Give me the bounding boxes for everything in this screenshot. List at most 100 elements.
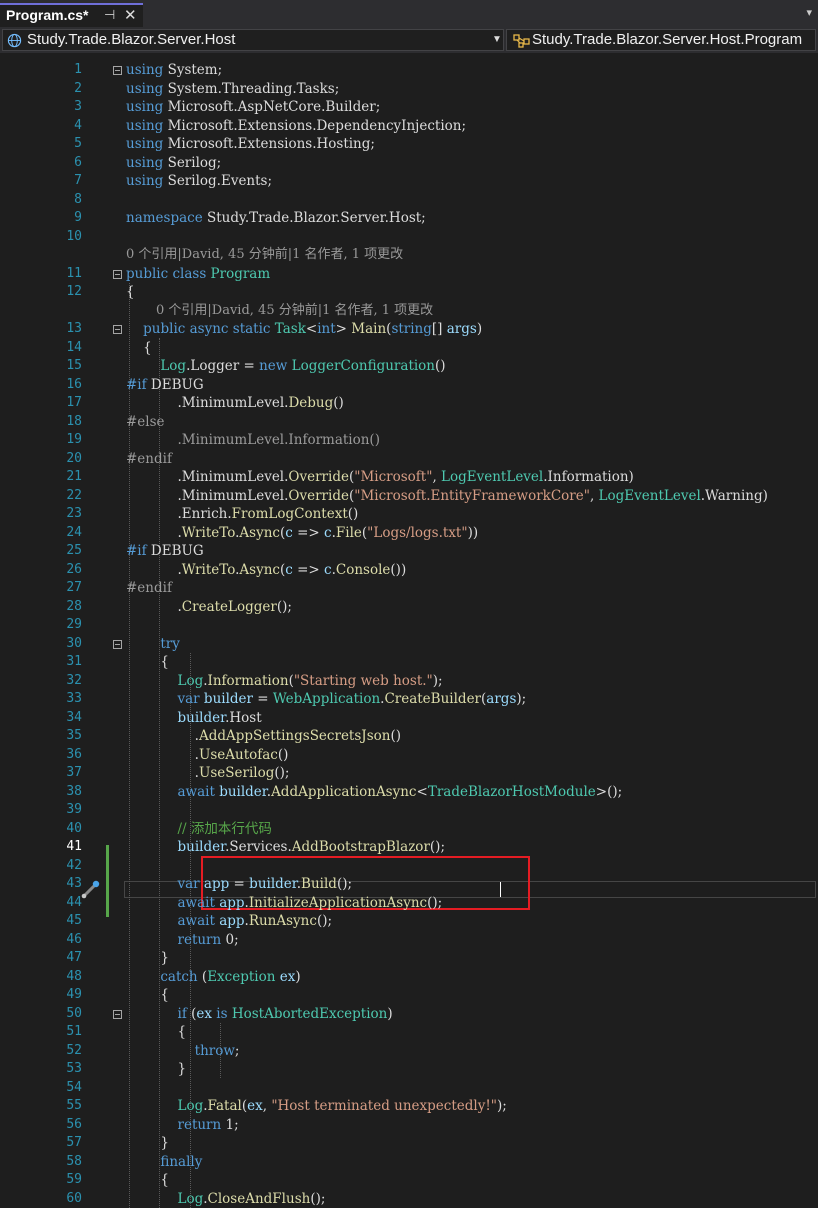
code-token: System; [163, 62, 223, 78]
code-line[interactable]: 42 [0, 857, 818, 875]
code-line[interactable]: 30 try [0, 635, 818, 653]
codelens-references[interactable]: 0 个引用|David, 45 分钟前|1 名作者, 1 项更改 [126, 246, 403, 264]
code-line[interactable]: 5 using Microsoft.Extensions.Hosting; [0, 135, 818, 153]
code-line[interactable]: 34 builder.Host [0, 709, 818, 727]
code-line[interactable]: 10 [0, 228, 818, 246]
code-line[interactable]: 32 Log.Information("Starting web host.")… [0, 672, 818, 690]
code-line[interactable]: 43 var app = builder.Build(); [0, 875, 818, 893]
code-token: AddApplicationAsync [271, 783, 417, 800]
code-line[interactable]: 17 .MinimumLevel.Debug() [0, 394, 818, 412]
code-line[interactable]: 50 if (ex is HostAbortedException) [0, 1005, 818, 1023]
code-line[interactable]: 48 catch (Exception ex) [0, 968, 818, 986]
code-line[interactable]: 25 #if DEBUG [0, 542, 818, 560]
code-line[interactable]: 53 } [0, 1060, 818, 1078]
code-text: #endif [126, 579, 172, 597]
code-line[interactable]: 18 #else [0, 413, 818, 431]
tab-list-icon[interactable]: ▾ [806, 6, 812, 19]
code-line[interactable]: 54 [0, 1079, 818, 1097]
code-token: , [589, 487, 599, 504]
code-line[interactable]: 60 Log.CloseAndFlush(); [0, 1190, 818, 1208]
tab-program-cs[interactable]: Program.cs* ⊣ ✕ [0, 3, 143, 27]
code-line[interactable]: 56 return 1; [0, 1116, 818, 1134]
line-number: 24 [66, 524, 82, 540]
code-line[interactable]: 52 throw; [0, 1042, 818, 1060]
code-line[interactable]: 16 #if DEBUG [0, 376, 818, 394]
code-line[interactable]: 36 .UseAutofac() [0, 746, 818, 764]
code-line[interactable]: 29 [0, 616, 818, 634]
line-number: 38 [66, 783, 82, 799]
code-line[interactable]: 47 } [0, 949, 818, 967]
code-line[interactable]: 13 public async static Task<int> Main(st… [0, 320, 818, 338]
collapse-icon[interactable] [113, 269, 122, 279]
code-line[interactable]: 2 using System.Threading.Tasks; [0, 80, 818, 98]
code-token: #if [126, 376, 147, 393]
code-token: FromLogContext [231, 506, 348, 522]
code-line[interactable]: 31 { [0, 653, 818, 671]
code-line[interactable]: 49 { [0, 986, 818, 1004]
member-dropdown[interactable]: Study.Trade.Blazor.Server.Host.Program [506, 29, 816, 51]
code-token: ); [516, 691, 527, 707]
collapse-icon[interactable] [113, 1009, 122, 1019]
code-text: public class Program [126, 265, 270, 283]
code-line[interactable]: 22 .MinimumLevel.Override("Microsoft.Ent… [0, 487, 818, 505]
code-line[interactable]: 19 .MinimumLevel.Information() [0, 431, 818, 449]
code-line[interactable]: 4 using Microsoft.Extensions.DependencyIn… [0, 117, 818, 135]
code-text: { [126, 986, 169, 1004]
code-token: return [126, 1116, 226, 1133]
close-icon[interactable]: ✕ [124, 6, 137, 24]
code-text: using Serilog; [126, 154, 221, 172]
code-token: ; [234, 1042, 240, 1059]
code-editor[interactable]: 1 using System; 2 using System.Threading.Ta… [0, 53, 818, 1208]
code-token: ex [247, 1098, 263, 1114]
codelens-references[interactable]: 0 个引用|David, 45 分钟前|1 名作者, 1 项更改 [156, 302, 433, 320]
code-line[interactable]: 58 finally [0, 1153, 818, 1171]
code-line[interactable]: 21 .MinimumLevel.Override("Microsoft", L… [0, 468, 818, 486]
code-line[interactable]: 37 .UseSerilog(); [0, 764, 818, 782]
code-text: .UseSerilog(); [126, 764, 290, 782]
code-text: using System; [126, 61, 222, 79]
code-token: Serilog.Events; [163, 173, 273, 189]
code-line[interactable]: 11 public class Program [0, 265, 818, 283]
collapse-icon[interactable] [113, 66, 122, 75]
code-line[interactable]: 24 .WriteTo.Async(c => c.File("Logs/logs… [0, 524, 818, 542]
code-line[interactable]: 40 // 添加本行代码 [0, 820, 818, 838]
code-line[interactable]: 55 Log.Fatal(ex, "Host terminated unexpe… [0, 1097, 818, 1115]
line-number: 19 [66, 432, 82, 447]
code-line[interactable]: 14 { [0, 339, 818, 357]
code-line[interactable]: 15 Log.Logger = new LoggerConfiguration(… [0, 357, 818, 375]
collapse-icon[interactable] [113, 639, 122, 649]
code-line[interactable]: 51 { [0, 1023, 818, 1041]
code-line[interactable]: 8 [0, 191, 818, 209]
code-line[interactable]: 39 [0, 801, 818, 819]
code-line[interactable]: 46 return 0; [0, 931, 818, 949]
code-line[interactable]: 23 .Enrich.FromLogContext() [0, 505, 818, 523]
code-line[interactable]: 9 namespace Study.Trade.Blazor.Server.Hos… [0, 209, 818, 227]
collapse-icon[interactable] [113, 325, 122, 334]
line-number: 2 [74, 80, 82, 96]
code-line[interactable]: 26 .WriteTo.Async(c => c.Console()) [0, 561, 818, 579]
code-line[interactable]: 59 { [0, 1171, 818, 1189]
project-dropdown[interactable]: Study.Trade.Blazor.Server.Host ▼ [2, 29, 504, 51]
code-token: var [126, 876, 204, 892]
code-line[interactable]: 38 await builder.AddApplicationAsync<Tra… [0, 783, 818, 801]
code-line[interactable]: 28 .CreateLogger(); [0, 598, 818, 616]
code-line[interactable]: 6 using Serilog; [0, 154, 818, 172]
code-line[interactable]: 12 { [0, 283, 818, 301]
code-token: if [126, 1005, 192, 1022]
code-line[interactable]: 1 using System; [0, 61, 818, 79]
code-token: } [126, 1061, 187, 1077]
code-line[interactable]: 44 await app.InitializeApplicationAsync(… [0, 894, 818, 912]
code-line[interactable]: 3 using Microsoft.AspNetCore.Builder; [0, 98, 818, 116]
code-line[interactable]: 33 var builder = WebApplication.CreateBu… [0, 690, 818, 708]
code-line[interactable]: 20 #endif [0, 450, 818, 468]
code-line[interactable]: 35 .AddAppSettingsSecretsJson() [0, 727, 818, 745]
code-line[interactable]: 45 await app.RunAsync(); [0, 912, 818, 930]
line-number: 49 [66, 987, 82, 1002]
code-line[interactable]: 57 } [0, 1134, 818, 1152]
code-line[interactable]: 7 using Serilog.Events; [0, 172, 818, 190]
chevron-down-icon[interactable]: ▼ [492, 34, 502, 45]
code-line[interactable]: 41 builder.Services.AddBootstrapBlazor()… [0, 838, 818, 856]
pin-icon[interactable]: ⊣ [104, 7, 115, 23]
code-line[interactable]: 27 #endif [0, 579, 818, 597]
